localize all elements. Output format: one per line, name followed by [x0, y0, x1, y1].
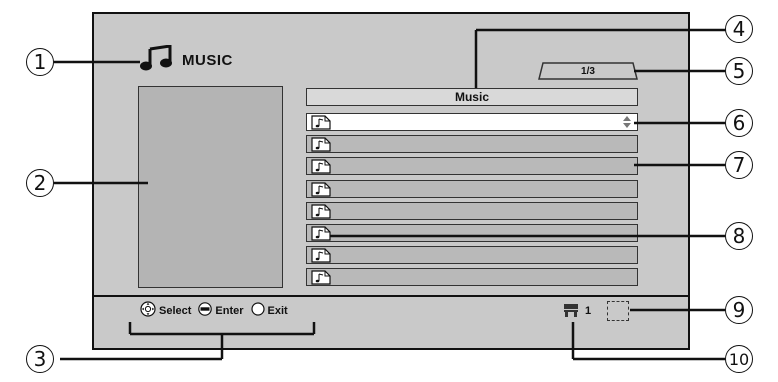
callout-2: 2	[26, 169, 54, 197]
callout-4: 4	[725, 15, 753, 43]
callout-10: 10	[725, 345, 753, 373]
callout-8: 8	[725, 222, 753, 250]
callout-6: 6	[725, 109, 753, 137]
callout-3: 3	[26, 345, 54, 373]
callout-5: 5	[725, 57, 753, 85]
callout-leaders	[54, 28, 726, 361]
callout-9: 9	[725, 296, 753, 324]
callout-1: 1	[26, 48, 54, 76]
callout-7: 7	[725, 151, 753, 179]
